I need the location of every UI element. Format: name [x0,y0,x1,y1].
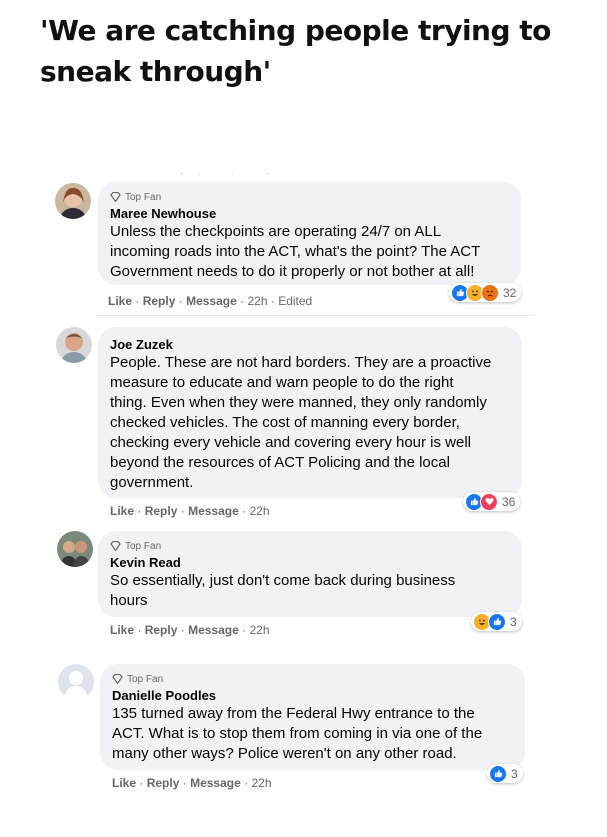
top-fan-badge: Top Fan [110,539,510,553]
reaction-count: 3 [511,766,518,781]
badge-label: Top Fan [125,540,162,552]
reaction-summary[interactable]: 32 [449,283,522,302]
top-fan-badge: Top Fan [112,672,513,686]
timestamp[interactable]: 22h [251,776,271,790]
diamond-icon [110,541,121,551]
reaction-count: 3 [510,614,517,629]
comment-text: So essentially, just don't come back dur… [110,572,456,609]
reaction-summary[interactable]: 36 [463,492,521,511]
like-button[interactable]: Like [112,776,136,790]
reaction-count: 32 [503,285,517,300]
comment-bubble: Top Fan Danielle Poodles 135 turned away… [100,664,525,770]
badge-label: Top Fan [125,191,162,203]
reply-button[interactable]: Reply [147,776,180,790]
reaction-summary[interactable]: 3 [471,612,522,631]
comment-bubble: Top Fan Maree Newhouse Unless the checkp… [98,182,521,285]
reaction-count: 36 [502,494,516,509]
like-icon [488,612,506,631]
comment-author[interactable]: Kevin Read [110,555,510,571]
message-button[interactable]: Message [190,776,241,790]
comment-bubble: Top Fan Kevin Read So essentially, just … [98,531,522,617]
comment-author[interactable]: Maree Newhouse [110,206,509,222]
timestamp[interactable]: 22h [247,294,267,308]
like-button[interactable]: Like [110,623,134,637]
comment-actions: Like · Reply · Message · 22h [110,504,270,518]
avatar[interactable] [58,664,94,700]
diamond-icon [112,674,123,684]
avatar[interactable] [56,327,92,363]
timestamp[interactable]: 22h [249,623,269,637]
comment-bubble: Joe Zuzek People. These are not hard bor… [98,327,522,498]
comment-text: People. These are not hard borders. They… [110,354,492,491]
comment-actions: Like · Reply · Message · 22h · Edited [108,294,313,308]
reply-button[interactable]: Reply [145,504,178,518]
message-button[interactable]: Message [188,623,239,637]
divider [95,315,535,316]
comment-actions: Like · Reply · Message · 22h [110,623,270,637]
like-button[interactable]: Like [110,504,134,518]
reply-button[interactable]: Reply [143,294,176,308]
comment-author[interactable]: Joe Zuzek [110,337,510,353]
comment-actions: Like · Reply · Message · 22h [112,776,272,790]
avatar[interactable] [55,183,91,219]
timestamp[interactable]: 22h [249,504,269,518]
message-button[interactable]: Message [186,294,237,308]
comment-text: Unless the checkpoints are operating 24/… [110,223,481,280]
comment-text: 135 turned away from the Federal Hwy ent… [112,705,483,762]
diamond-icon [110,192,121,202]
truncated-divider: ·· · · [180,168,283,179]
like-button[interactable]: Like [108,294,132,308]
headline: 'We are catching people trying to sneak … [40,14,551,88]
comment-author[interactable]: Danielle Poodles [112,688,513,704]
top-fan-badge: Top Fan [110,190,509,204]
angry-icon [481,283,499,302]
love-icon [480,492,498,511]
reaction-summary[interactable]: 3 [487,764,523,783]
message-button[interactable]: Message [188,504,239,518]
edited-label: Edited [278,294,313,308]
reply-button[interactable]: Reply [145,623,178,637]
like-icon [489,764,507,783]
avatar[interactable] [57,531,93,567]
badge-label: Top Fan [127,673,164,685]
